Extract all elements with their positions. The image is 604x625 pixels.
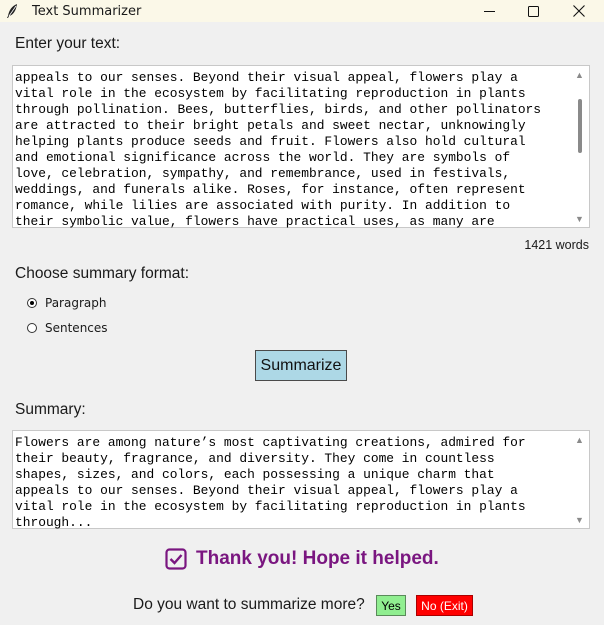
text-line: through pollination. Bees, butterflies, … [15, 102, 542, 117]
text-line: Flowers are among nature’s most captivat… [15, 435, 526, 450]
text-line: weddings, and funerals alike. Roses, for… [15, 182, 526, 197]
text-line: love, celebration, sympathy, and remembr… [15, 166, 511, 181]
more-question: Do you want to summarize more? [133, 596, 365, 613]
minimize-button[interactable] [466, 0, 512, 22]
title-bar[interactable]: Text Summarizer [0, 0, 604, 22]
input-textarea[interactable]: appeals to our senses. Beyond their visu… [12, 65, 590, 230]
text-line: their beauty, fragrance, and diversity. … [15, 451, 495, 466]
yes-button[interactable]: Yes [376, 595, 406, 616]
feather-icon [7, 4, 17, 18]
thanks-message: Thank you! Hope it helped. [165, 548, 439, 570]
input-text[interactable]: appeals to our senses. Beyond their visu… [15, 70, 567, 230]
text-line: and emotional significance across the wo… [15, 150, 511, 165]
format-label: Choose summary format: [15, 265, 189, 282]
thanks-text: Thank you! Hope it helped. [196, 548, 439, 569]
summary-scrollbar[interactable]: ▲ ▼ [571, 431, 589, 528]
radio-paragraph[interactable]: Paragraph [27, 296, 106, 310]
text-line: vital role in the ecosystem by facilitat… [15, 86, 526, 101]
maximize-button[interactable] [510, 0, 556, 22]
scroll-up-icon[interactable]: ▲ [575, 435, 584, 445]
scroll-down-icon[interactable]: ▼ [575, 214, 584, 224]
word-count: 1421 words [524, 238, 589, 252]
text-line: are attracted to their bright petals and… [15, 118, 526, 133]
text-line: shapes, sizes, and colors, each possessi… [15, 467, 495, 482]
checkbox-check-icon [165, 548, 187, 570]
radio-sentences[interactable]: Sentences [27, 321, 108, 335]
radio-unselected-icon[interactable] [27, 323, 37, 333]
close-icon [573, 5, 585, 17]
summarize-button[interactable]: Summarize [255, 350, 347, 381]
text-line: helping plants produce seeds and fruit. … [15, 134, 526, 149]
scroll-down-icon[interactable]: ▼ [575, 515, 584, 525]
text-line: appeals to our senses. Beyond their visu… [15, 483, 518, 498]
text-line: vital role in the ecosystem by facilitat… [15, 499, 526, 514]
text-line: appeals to our senses. Beyond their visu… [15, 70, 518, 85]
scroll-thumb[interactable] [578, 99, 582, 153]
summary-label: Summary: [15, 401, 86, 418]
close-button[interactable] [556, 0, 602, 22]
minimize-icon [483, 10, 495, 12]
text-line: romance, while lilies are associated wit… [15, 198, 511, 213]
no-exit-button[interactable]: No (Exit) [416, 595, 473, 616]
text-line: their symbolic value, flowers have pract… [15, 214, 495, 229]
summary-text[interactable]: Flowers are among nature’s most captivat… [15, 435, 567, 531]
maximize-icon [527, 5, 539, 17]
summary-textarea[interactable]: Flowers are among nature’s most captivat… [12, 430, 590, 531]
input-scrollbar[interactable]: ▲ ▼ [571, 66, 589, 227]
scroll-up-icon[interactable]: ▲ [575, 70, 584, 80]
window-title: Text Summarizer [32, 4, 142, 19]
radio-selected-icon[interactable] [27, 298, 37, 308]
input-label: Enter your text: [15, 35, 121, 52]
text-line: through... [15, 515, 93, 530]
